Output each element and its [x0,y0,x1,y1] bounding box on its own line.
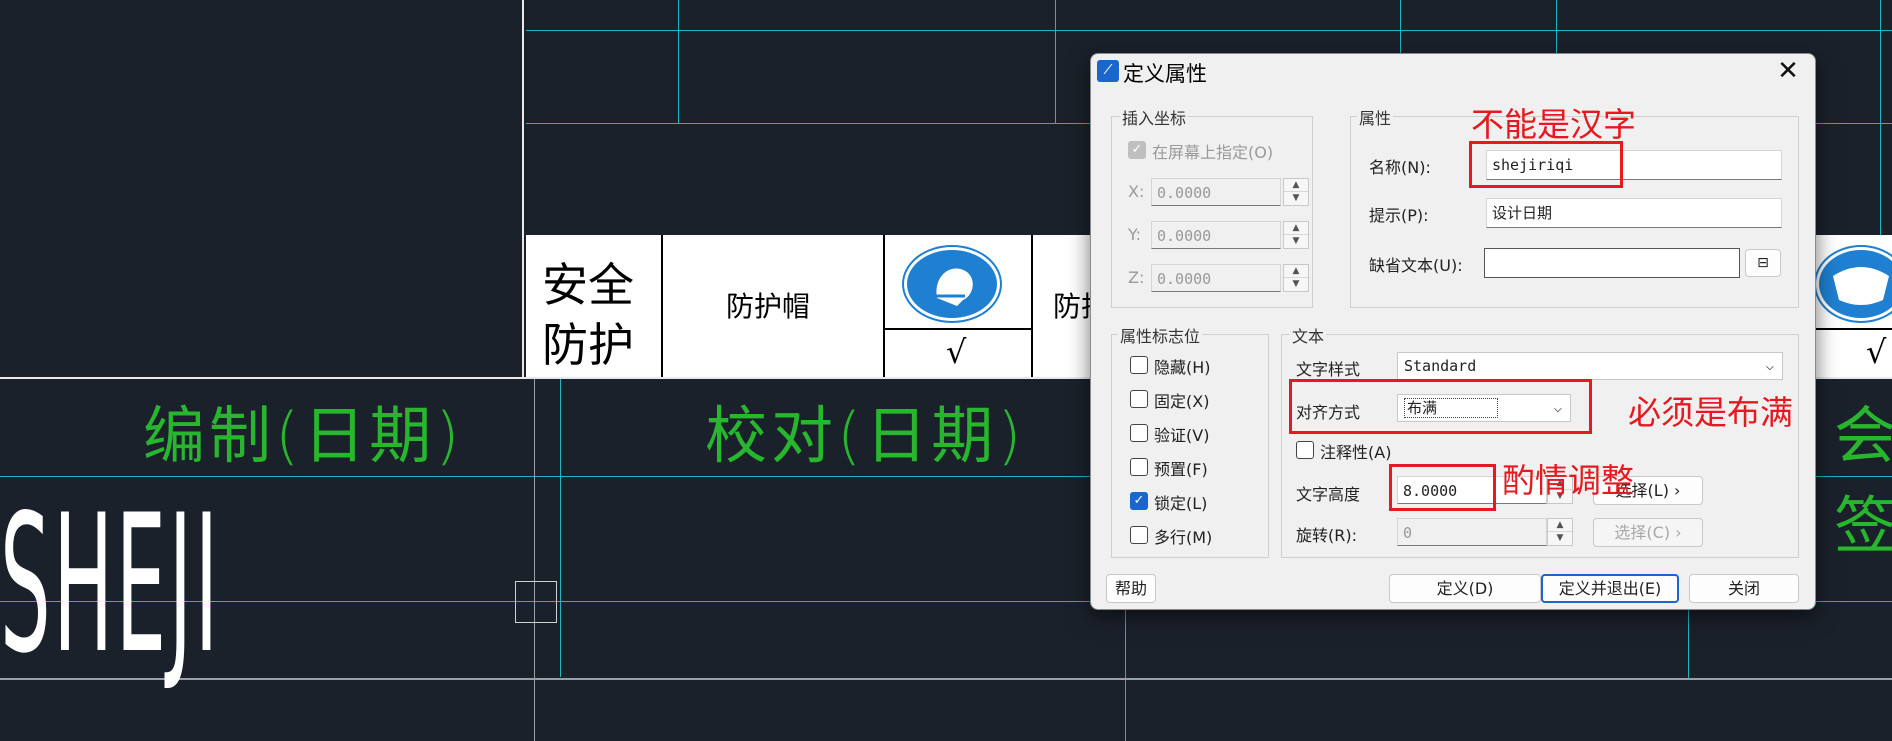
text-height-label: 文字高度 [1296,485,1361,504]
sheji-text: SHEJI [0,474,221,695]
define-exit-button[interactable]: 定义并退出(E) [1541,574,1679,603]
name-label: 名称(N): [1369,158,1431,177]
prompt-input[interactable]: 设计日期 [1486,198,1782,228]
grid-line [1055,0,1056,123]
cell-divider [661,235,663,377]
preset-label: 预置(F) [1154,460,1208,479]
check-mark: √ [1866,333,1887,371]
verify-label: 验证(V) [1154,426,1210,445]
name-note: 不能是汉字 [1471,105,1636,144]
hidden-checkbox[interactable] [1130,356,1148,374]
verify-checkbox[interactable] [1130,424,1148,442]
cell-divider [883,328,1033,330]
grid-line [1125,608,1126,741]
check-mark: √ [946,333,967,371]
grid-line [1400,0,1401,53]
justify-note: 必须是布满 [1628,393,1793,432]
constant-label: 固定(X) [1154,392,1210,411]
rotation-input[interactable]: 0 [1397,518,1547,546]
text-style-value: Standard [1404,357,1477,375]
define-attribute-dialog: ⁄ 定义属性 ✕ 插入坐标 ✓ 在屏幕上指定(O) X: 0.0000 ▲ ▼ Y… [1090,53,1816,610]
on-screen-label: 在屏幕上指定(O) [1152,143,1274,162]
multiline-label: 多行(M) [1154,528,1213,547]
grid-line [1880,0,1881,235]
cell-divider [1812,328,1892,330]
name-highlight-box [1469,141,1623,188]
z-label: Z: [1128,268,1145,287]
hidden-label: 隐藏(H) [1154,358,1211,377]
grid-line [560,377,561,677]
x-spinner[interactable]: ▲ ▼ [1283,178,1309,206]
insert-coords-title: 插入坐标 [1120,105,1189,129]
rotation-label: 旋转(R): [1296,526,1357,545]
cell-safety-line2: 防护 [542,318,634,372]
height-note: 酌情调整 [1502,461,1634,500]
close-icon[interactable]: ✕ [1773,56,1803,86]
x-label: X: [1128,182,1145,201]
y-spinner[interactable]: ▲ ▼ [1283,221,1309,249]
text-style-select[interactable]: Standard ⌵ [1397,352,1783,380]
grid-line [678,0,679,123]
cell-helmet: 防护帽 [726,290,811,323]
flags-title: 属性标志位 [1118,323,1203,347]
lock-position-checkbox[interactable]: ✓ [1130,492,1148,510]
frame-line [0,678,1892,680]
mask-sign-icon [1816,247,1892,321]
constant-checkbox[interactable] [1130,390,1148,408]
cell-safety-line1: 安全 [542,258,634,312]
z-spinner[interactable]: ▲ ▼ [1283,264,1309,292]
cell-divider [1031,235,1033,377]
annotative-label: 注释性(A) [1320,443,1392,462]
cursor-pickbox [515,581,557,623]
prompt-label: 提示(P): [1369,206,1429,225]
grid-line [1688,608,1689,678]
attribute-title: 属性 [1357,105,1394,129]
annotative-checkbox[interactable] [1296,441,1314,459]
help-button[interactable]: 帮助 [1106,574,1156,603]
multiline-checkbox[interactable] [1130,526,1148,544]
on-screen-checkbox[interactable]: ✓ [1128,141,1146,159]
check-date-label: 校对(日期) [705,399,1026,472]
x-input[interactable]: 0.0000 [1151,178,1281,206]
helmet-sign-icon [904,247,1000,321]
rotation-spinner[interactable]: ▲ ▼ [1547,518,1573,546]
y-label: Y: [1128,225,1142,244]
text-title: 文本 [1290,323,1327,347]
chevron-down-icon: ⌵ [1765,358,1774,374]
default-text-input[interactable] [1484,248,1740,278]
grid-line [526,30,1892,31]
select-rotation-label: 选择(C) [1614,523,1671,542]
frame-line [522,0,524,377]
lock-position-label: 锁定(L) [1154,494,1208,513]
default-text-label: 缺省文本(U): [1369,256,1463,275]
cell-divider [883,235,885,377]
select-rotation-button[interactable]: 选择(C) › [1593,518,1703,547]
height-highlight-box [1389,464,1496,511]
dialog-title: 定义属性 [1123,62,1207,86]
y-input[interactable]: 0.0000 [1151,221,1281,249]
justify-highlight-box [1289,379,1592,434]
z-input[interactable]: 0.0000 [1151,264,1281,292]
grid-line [1556,0,1557,53]
preset-checkbox[interactable] [1130,458,1148,476]
app-icon: ⁄ [1097,60,1119,82]
define-button[interactable]: 定义(D) [1389,574,1541,603]
text-style-label: 文字样式 [1296,360,1361,379]
compile-date-label: 编制(日期) [143,399,464,472]
countersign-label: 会签 [1834,399,1892,562]
insert-field-button[interactable]: ⊟ [1745,249,1781,277]
close-button[interactable]: 关闭 [1689,574,1799,603]
frame-line [534,377,535,741]
